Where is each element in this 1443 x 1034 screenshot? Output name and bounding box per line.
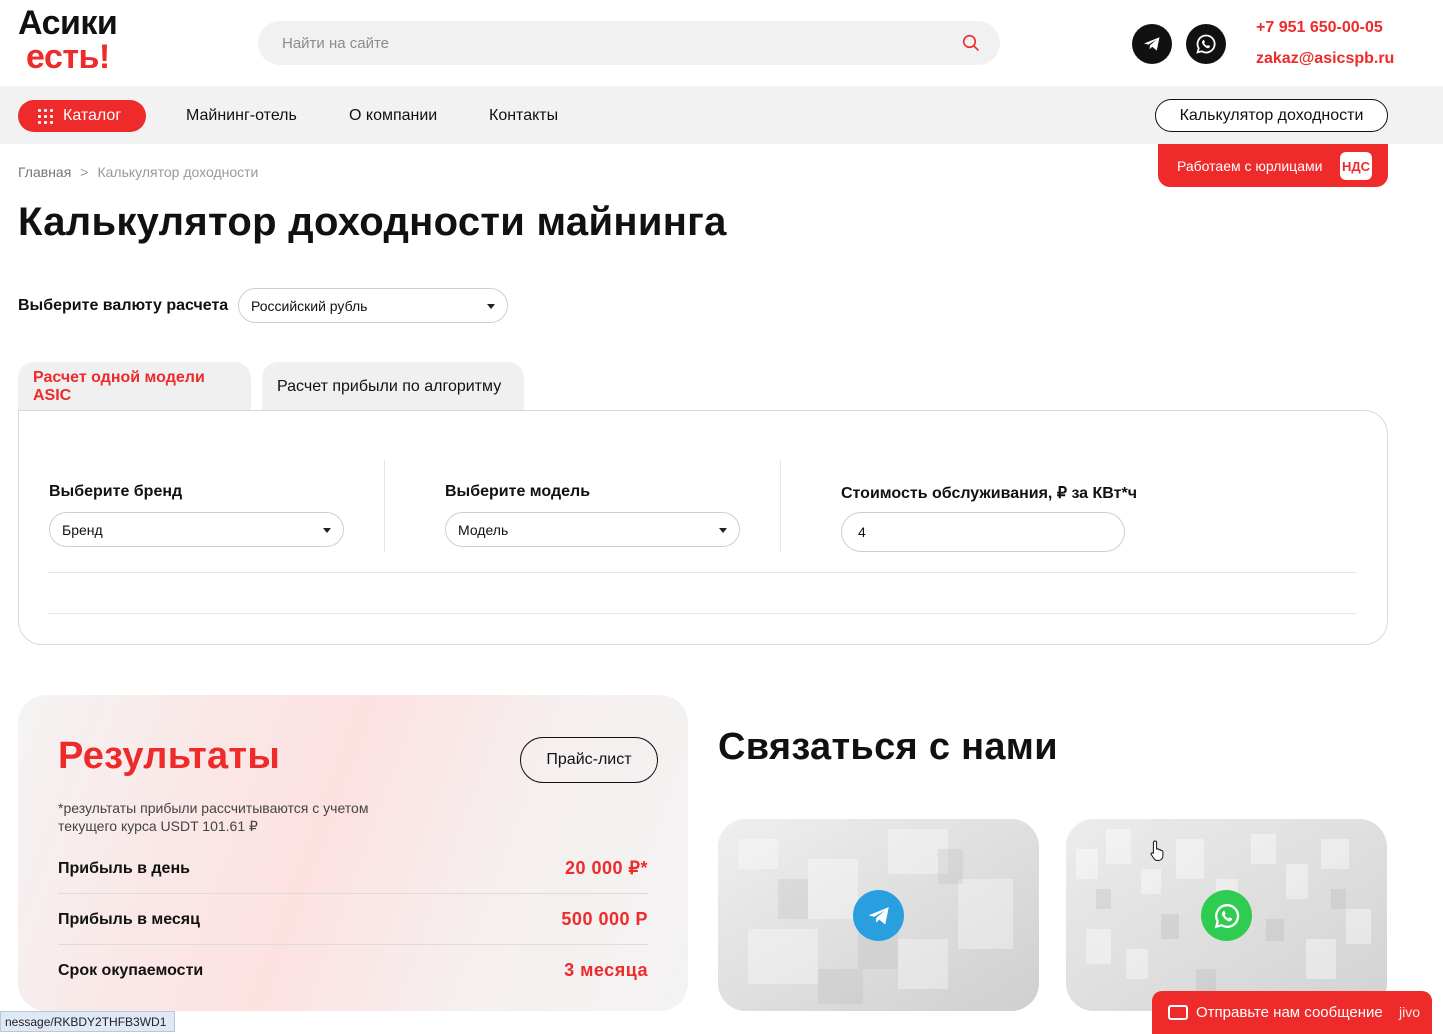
breadcrumb-current: Калькулятор доходности bbox=[97, 164, 259, 180]
panel-divider bbox=[48, 572, 1357, 573]
column-divider bbox=[384, 460, 385, 552]
legal-entities-badge[interactable]: Работаем с юрлицами НДС bbox=[1158, 144, 1388, 187]
site-logo[interactable]: Асики есть! bbox=[18, 4, 118, 76]
results-card: Результаты Прайс-лист *результаты прибыл… bbox=[18, 695, 688, 1011]
logo-line-1: Асики bbox=[18, 4, 118, 42]
result-row: Прибыль в месяц 500 000 Р bbox=[58, 895, 648, 945]
nav-link-about[interactable]: О компании bbox=[349, 107, 437, 125]
nav-link-mining-hotel[interactable]: Майнинг-отель bbox=[186, 107, 297, 125]
search-bar bbox=[258, 21, 1000, 65]
tab-single-asic[interactable]: Расчет одной модели ASIC bbox=[18, 362, 251, 411]
price-list-button[interactable]: Прайс-лист bbox=[520, 737, 658, 783]
caret-down-icon bbox=[323, 528, 331, 533]
telegram-icon bbox=[1144, 37, 1160, 51]
main-nav: Каталог Майнинг-отель О компании Контакт… bbox=[0, 86, 1443, 144]
header-email[interactable]: zakaz@asicspb.ru bbox=[1256, 50, 1394, 68]
caret-down-icon bbox=[487, 304, 495, 309]
jivo-brand: jivo bbox=[1398, 1004, 1420, 1020]
result-label: Срок окупаемости bbox=[58, 962, 204, 979]
nav-link-contacts[interactable]: Контакты bbox=[489, 107, 558, 125]
hand-cursor-icon bbox=[1150, 840, 1164, 861]
browser-status-bar: nessage/RKBDY2THFB3WD1 bbox=[0, 1011, 176, 1032]
whatsapp-icon bbox=[1196, 34, 1216, 54]
results-title: Результаты bbox=[58, 735, 281, 777]
panel-divider bbox=[48, 613, 1357, 614]
logo-line-2: есть! bbox=[26, 38, 110, 76]
caret-down-icon bbox=[719, 528, 727, 533]
telegram-contact-button[interactable] bbox=[853, 890, 904, 941]
result-value: 500 000 Р bbox=[561, 909, 648, 929]
site-header: Асики есть! +7 951 650-00-05 zakaz@asics… bbox=[0, 0, 1443, 86]
catalog-label: Каталог bbox=[63, 107, 122, 124]
breadcrumb-home[interactable]: Главная bbox=[18, 164, 71, 180]
whatsapp-icon bbox=[1214, 903, 1239, 928]
calculator-nav-button[interactable]: Калькулятор доходности bbox=[1155, 99, 1388, 132]
legal-entities-text: Работаем с юрлицами bbox=[1177, 157, 1323, 174]
telegram-icon bbox=[868, 906, 889, 924]
result-row: Прибыль в день 20 000 ₽* bbox=[58, 844, 648, 894]
result-row: Срок окупаемости 3 месяца bbox=[58, 946, 648, 996]
cost-input[interactable] bbox=[841, 512, 1125, 552]
breadcrumb-separator: > bbox=[80, 164, 89, 180]
cost-label: Стоимость обслуживания, ₽ за КВт*ч bbox=[841, 485, 1137, 502]
results-note: *результаты прибыли рассчитываются с уче… bbox=[58, 800, 369, 834]
result-label: Прибыль в день bbox=[58, 860, 190, 877]
breadcrumb: Главная > Калькулятор доходности bbox=[18, 164, 258, 180]
currency-label: Выберите валюту расчета bbox=[18, 297, 229, 314]
catalog-button[interactable]: Каталог bbox=[18, 100, 146, 132]
chat-widget-text: Отправьте нам сообщение bbox=[1196, 1004, 1383, 1021]
currency-select[interactable]: Российский рубль bbox=[238, 288, 508, 323]
contact-title: Связаться с нами bbox=[718, 726, 1058, 768]
whatsapp-header-button[interactable] bbox=[1186, 24, 1226, 64]
model-select-value: Модель bbox=[458, 521, 509, 538]
grid-icon bbox=[38, 108, 53, 124]
telegram-contact-card[interactable] bbox=[718, 819, 1039, 1011]
brand-label: Выберите бренд bbox=[49, 483, 183, 500]
model-label: Выберите модель bbox=[445, 483, 591, 500]
currency-select-value: Российский рубль bbox=[251, 297, 368, 314]
brand-select[interactable]: Бренд bbox=[49, 512, 344, 547]
header-phone[interactable]: +7 951 650-00-05 bbox=[1256, 19, 1383, 37]
brand-select-value: Бренд bbox=[62, 521, 103, 538]
search-icon[interactable] bbox=[962, 34, 980, 52]
model-select[interactable]: Модель bbox=[445, 512, 740, 547]
whatsapp-contact-card[interactable] bbox=[1066, 819, 1387, 1011]
result-value: 20 000 ₽* bbox=[564, 858, 648, 878]
column-divider bbox=[780, 460, 781, 552]
result-value: 3 месяца bbox=[564, 960, 648, 980]
whatsapp-contact-button[interactable] bbox=[1201, 890, 1252, 941]
vat-tag: НДС bbox=[1340, 152, 1372, 180]
chat-widget-button[interactable]: Отправьте нам сообщение jivo bbox=[1152, 991, 1432, 1034]
tab-algorithm[interactable]: Расчет прибыли по алгоритму bbox=[262, 362, 524, 411]
search-input[interactable] bbox=[282, 21, 942, 65]
page-title: Калькулятор доходности майнинга bbox=[18, 200, 727, 244]
telegram-header-button[interactable] bbox=[1132, 24, 1172, 64]
result-label: Прибыль в месяц bbox=[58, 911, 200, 928]
envelope-icon bbox=[1168, 1005, 1188, 1020]
